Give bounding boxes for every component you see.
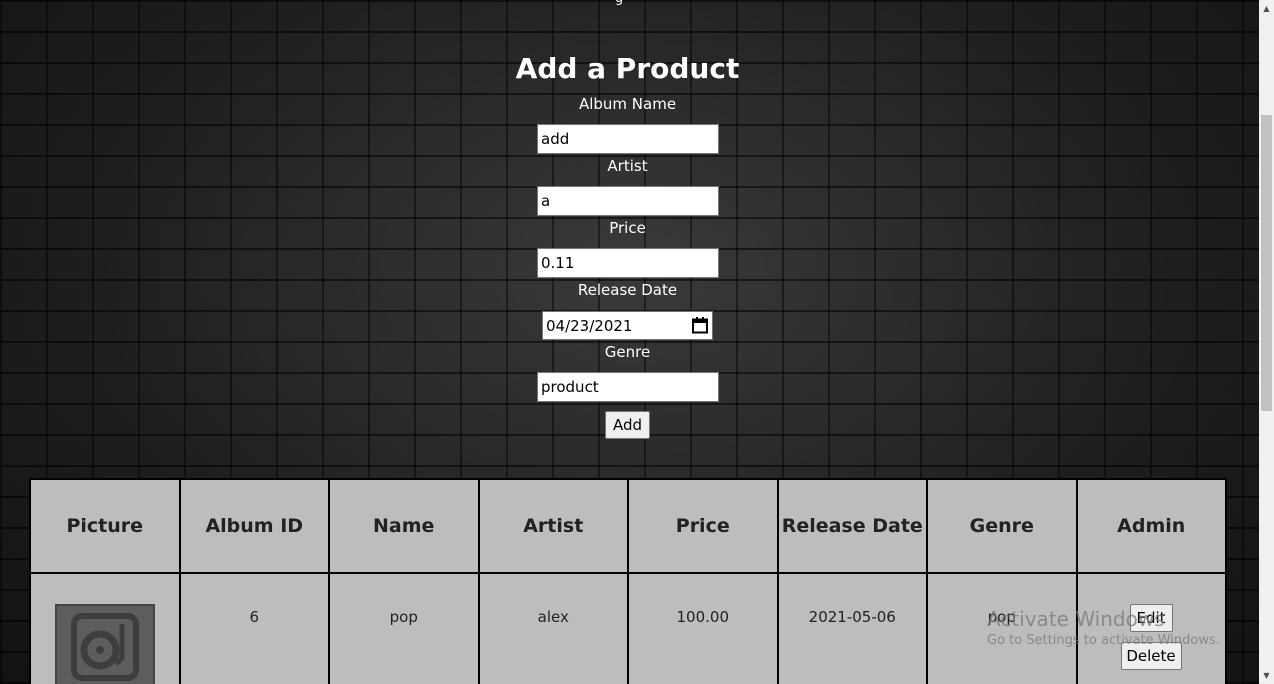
vinyl-record-icon [70,612,140,684]
cell-admin: Edit Delete [1075,572,1227,684]
artist-label: Artist [607,157,648,175]
header-release-date: Release Date [776,478,928,574]
cell-price: 100.00 [627,572,779,684]
release-date-input[interactable]: 04/23/2021 [542,311,713,340]
header-admin: Admin [1075,478,1227,574]
album-name-input[interactable] [537,124,719,154]
top-partial-text: g [615,0,623,6]
table-row: 6 pop alex 100.00 2021-05-06 pop Edit De… [29,572,1227,684]
cell-artist: alex [477,572,629,684]
genre-label: Genre [604,343,651,361]
price-input[interactable] [537,248,719,278]
header-name: Name [328,478,480,574]
header-genre: Genre [926,478,1078,574]
form-title: Add a Product [515,52,740,85]
edit-button[interactable]: Edit [1129,604,1173,632]
artist-input[interactable] [537,186,719,216]
genre-input[interactable] [537,372,719,402]
release-date-label: Release Date [577,281,678,299]
album-picture [54,604,155,684]
release-date-value: 04/23/2021 [546,316,633,335]
table-header-row: Picture Album ID Name Artist Price Relea… [29,478,1227,574]
add-button[interactable]: Add [605,411,650,439]
scroll-up-arrow-icon[interactable]: ▲ [1259,0,1274,17]
scroll-down-arrow-icon[interactable]: ▼ [1259,667,1274,684]
cell-release-date: 2021-05-06 [776,572,928,684]
price-label: Price [609,219,646,237]
header-price: Price [627,478,779,574]
album-name-label: Album Name [578,95,677,113]
header-artist: Artist [477,478,629,574]
page: g Add a Product Album Name Artist Price … [0,0,1259,684]
calendar-icon[interactable] [691,317,709,335]
vertical-scrollbar[interactable]: ▲ ▼ [1259,0,1274,684]
cell-album-id: 6 [178,572,330,684]
cell-name: pop [328,572,480,684]
products-table: Picture Album ID Name Artist Price Relea… [29,478,1227,684]
header-album-id: Album ID [178,478,330,574]
header-picture: Picture [29,478,181,574]
scrollbar-thumb[interactable] [1261,115,1272,411]
cell-picture [29,572,181,684]
cell-genre: pop [926,572,1078,684]
delete-button[interactable]: Delete [1120,642,1182,670]
